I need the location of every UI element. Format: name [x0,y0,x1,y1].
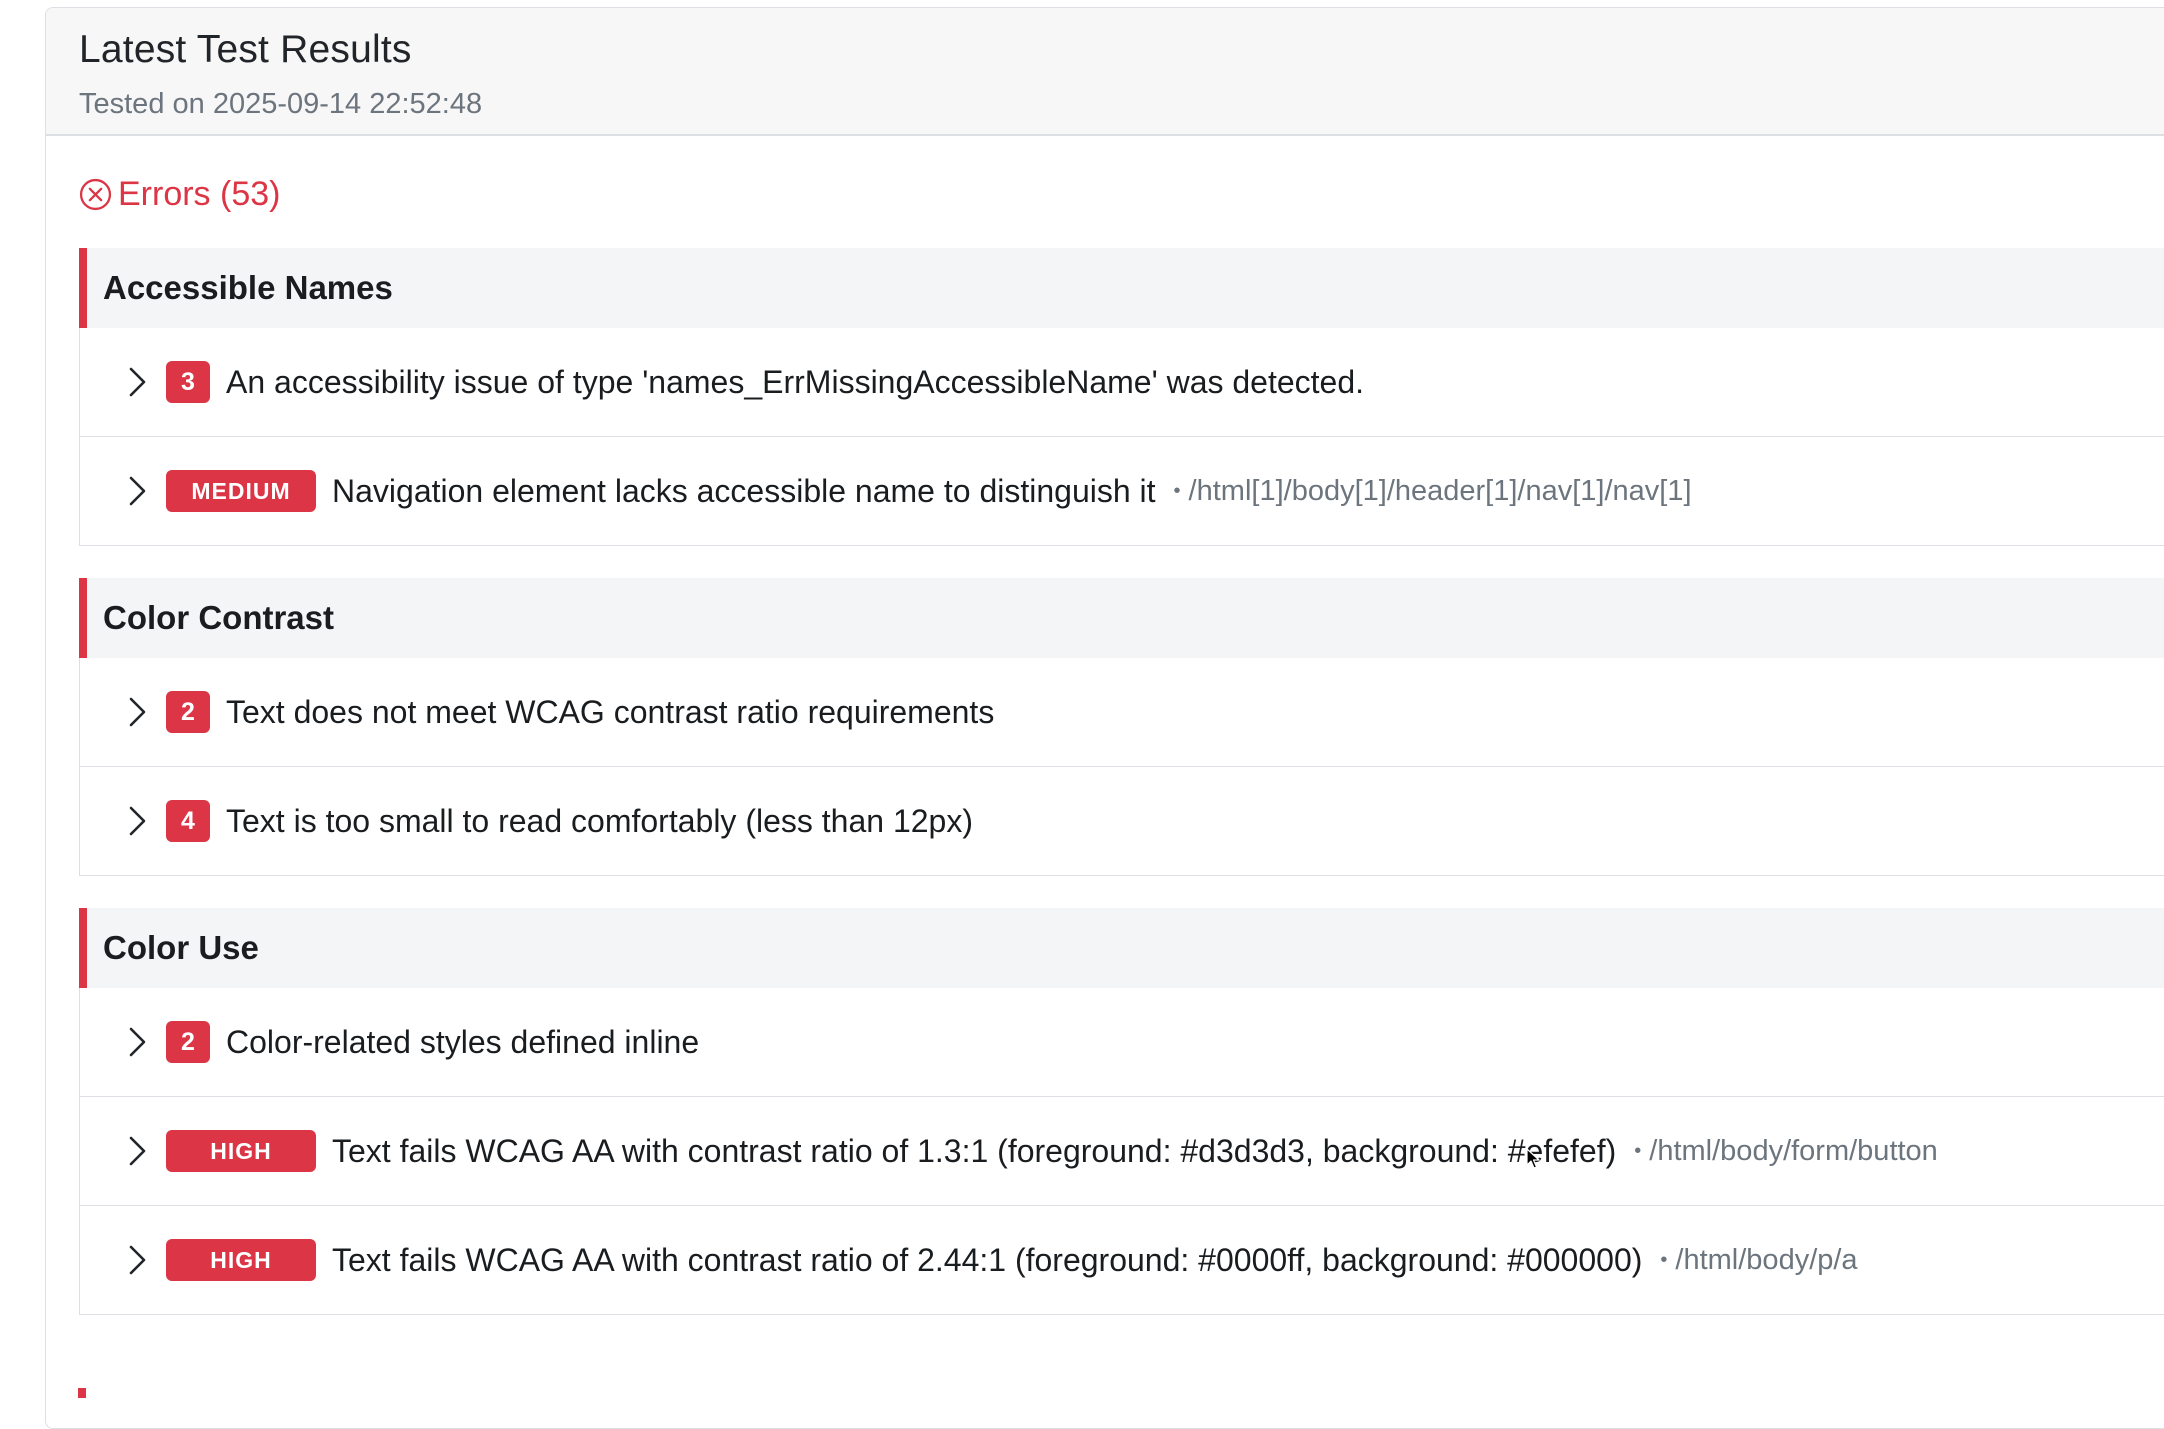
chevron-right-icon[interactable] [120,474,154,508]
count-badge: 4 [166,800,210,842]
issue-message: Text fails WCAG AA with contrast ratio o… [332,1241,1643,1278]
chevron-right-icon[interactable] [120,1134,154,1168]
list-item[interactable]: 2 Text does not meet WCAG contrast ratio… [80,658,2164,767]
separator-dot: • [1660,1248,1668,1271]
severity-badge: HIGH [166,1130,316,1172]
issue-message: Text does not meet WCAG contrast ratio r… [226,693,995,730]
severity-badge: HIGH [166,1239,316,1281]
issue-message: Text is too small to read comfortably (l… [226,802,973,839]
page-title: Latest Test Results [79,28,412,71]
list-item[interactable]: HIGH Text fails WCAG AA with contrast ra… [80,1097,2164,1206]
list-item[interactable]: 3 An accessibility issue of type 'names_… [80,328,2164,437]
element-path: /html/body/form/button [1649,1134,1938,1167]
error-group-accessible-names: Accessible Names 3 An accessibility issu… [79,248,2164,546]
group-items: 2 Color-related styles defined inline HI… [79,988,2164,1315]
next-group-accent-edge [78,1388,86,1398]
error-groups: Accessible Names 3 An accessibility issu… [79,248,2164,1347]
errors-count-label: Errors (53) [118,174,281,213]
chevron-right-icon[interactable] [120,365,154,399]
severity-badge: MEDIUM [166,470,316,512]
issue-message: Text fails WCAG AA with contrast ratio o… [332,1132,1617,1169]
issue-message: An accessibility issue of type 'names_Er… [226,363,1365,400]
element-path: /html/body/p/a [1675,1243,1858,1276]
mouse-pointer-icon [1526,1148,1540,1169]
chevron-right-icon[interactable] [120,1243,154,1277]
error-group-color-contrast: Color Contrast 2 Text does not meet WCAG… [79,578,2164,876]
list-item[interactable]: MEDIUM Navigation element lacks accessib… [80,437,2164,546]
separator-dot: • [1634,1139,1642,1162]
issue-message: Navigation element lacks accessible name… [332,472,1156,509]
list-item[interactable]: 2 Color-related styles defined inline [80,988,2164,1097]
tested-timestamp: Tested on 2025-09-14 22:52:48 [79,88,483,120]
chevron-right-icon[interactable] [120,804,154,838]
count-badge: 2 [166,691,210,733]
group-header: Accessible Names [79,248,2164,328]
group-header: Color Use [79,908,2164,988]
issue-message: Color-related styles defined inline [226,1023,700,1060]
list-item[interactable]: HIGH Text fails WCAG AA with contrast ra… [80,1206,2164,1315]
errors-heading: Errors (53) [79,174,280,214]
test-results-card: Latest Test Results Tested on 2025-09-14… [45,7,2164,1429]
chevron-right-icon[interactable] [120,695,154,729]
group-header: Color Contrast [79,578,2164,658]
x-circle-icon [79,178,112,210]
element-path: /html[1]/body[1]/header[1]/nav[1]/nav[1] [1188,474,1692,507]
card-header: Latest Test Results Tested on 2025-09-14… [46,8,2164,136]
count-badge: 2 [166,1021,210,1063]
chevron-right-icon[interactable] [120,1025,154,1059]
list-item[interactable]: 4 Text is too small to read comfortably … [80,767,2164,876]
error-group-color-use: Color Use 2 Color-related styles defined… [79,908,2164,1315]
group-items: 2 Text does not meet WCAG contrast ratio… [79,658,2164,876]
separator-dot: • [1173,479,1181,502]
count-badge: 3 [166,361,210,403]
group-items: 3 An accessibility issue of type 'names_… [79,328,2164,546]
